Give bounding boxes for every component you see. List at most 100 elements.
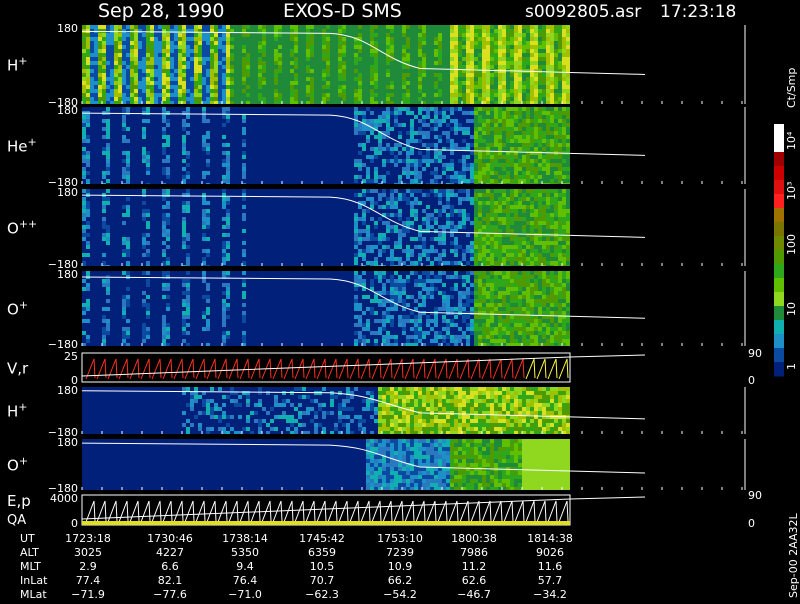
- orbit-cell: −54.2: [383, 588, 417, 600]
- orbit-row-label: MLT: [20, 560, 41, 573]
- orbit-cell: 6.6: [161, 560, 179, 573]
- y-right-tick-top-ep: 90: [748, 489, 762, 502]
- y-tick-bottom-ep: 0: [71, 517, 78, 530]
- orbit-cell: −46.7: [457, 588, 491, 600]
- orbit-cell: 1723:18: [65, 532, 111, 545]
- orbit-cell: 1800:38: [451, 532, 497, 545]
- y-right-tick-top-vr: 90: [748, 347, 762, 360]
- panel-pixels-o-plus-plus: [82, 189, 570, 266]
- panel-pixels-ep: [82, 495, 645, 525]
- orbit-cell: 1738:14: [222, 532, 268, 545]
- colorbar-scale: [774, 124, 784, 377]
- panel-pixels-h-plus-bottom: [82, 387, 570, 434]
- y-right-tick-bottom-vr: 0: [748, 374, 755, 387]
- panel-label-ep: E,p: [7, 492, 31, 510]
- orbit-cell: 1745:42: [299, 532, 345, 545]
- header-file: s0092805.asr: [525, 2, 641, 22]
- orbit-cell: 57.7: [538, 574, 563, 587]
- panel-label-charge-h-plus-top: +: [18, 55, 27, 68]
- colorbar-swatch: [774, 334, 784, 349]
- orbit-cell: 82.1: [158, 574, 183, 587]
- colorbar-unit: Ct/Smp: [785, 68, 798, 108]
- orbit-cell: −77.6: [153, 588, 187, 600]
- orbit-cell: 5350: [231, 546, 259, 559]
- colorbar-swatch: [774, 264, 784, 279]
- header-time: 17:23:18: [660, 2, 736, 22]
- orbit-cell: 10.9: [388, 560, 413, 573]
- panel-label-charge-o-plus-top: +: [19, 299, 28, 312]
- orbit-cell: 10.5: [310, 560, 335, 573]
- colorbar-swatch: [774, 222, 784, 237]
- colorbar-swatch: [774, 208, 784, 223]
- panel-label-charge-h-plus-bottom: +: [18, 401, 27, 414]
- orbit-cell: 11.2: [462, 560, 487, 573]
- orbit-cell: 7986: [460, 546, 488, 559]
- panel-label2-ep: QA: [7, 513, 26, 528]
- colorbar-swatch: [774, 362, 784, 377]
- orbit-row-label: InLat: [20, 574, 48, 587]
- panel-pixels-o-plus-top: [82, 271, 570, 346]
- orbit-cell: 70.7: [310, 574, 335, 587]
- orbit-cell: 76.4: [233, 574, 258, 587]
- orbit-cell: 77.4: [76, 574, 101, 587]
- y-tick-top-vr: 25: [64, 350, 78, 363]
- orbit-cell: 66.2: [388, 574, 413, 587]
- colorbar-swatch: [774, 306, 784, 321]
- colorbar-swatch: [774, 166, 784, 181]
- colorbar-label-10: 10: [785, 302, 798, 316]
- colorbar-swatch: [774, 180, 784, 195]
- colorbar-label-1: 1: [785, 363, 798, 370]
- panel-pixels-h-plus-top: [82, 25, 570, 104]
- colorbar-swatch: [774, 348, 784, 363]
- y-tick-top-h-plus-bottom: 180: [57, 384, 78, 397]
- panel-pixels-o-plus-bottom: [82, 439, 570, 490]
- orbit-cell: 1814:38: [527, 532, 573, 545]
- orbit-cell: −34.2: [533, 588, 567, 600]
- orbit-cell: 6359: [308, 546, 336, 559]
- y-tick-top-o-plus-plus: 180: [57, 186, 78, 199]
- orbit-cell: 2.9: [79, 560, 97, 573]
- colorbar-swatch: [774, 138, 784, 153]
- colorbar-swatch: [774, 152, 784, 167]
- orbit-cell: −71.9: [71, 588, 105, 600]
- panel-label-charge-o-plus-plus: ++: [19, 218, 37, 231]
- orbit-cell: 7239: [386, 546, 414, 559]
- panel-pixels-vr: [82, 353, 645, 382]
- colorbar-swatch: [774, 320, 784, 335]
- orbit-cell: −62.3: [305, 588, 339, 600]
- orbit-cell: 9.4: [236, 560, 254, 573]
- colorbar-label-1e3: 10³: [785, 182, 798, 200]
- orbit-cell: 3025: [74, 546, 102, 559]
- panel-label-vr: V,r: [7, 360, 29, 378]
- orbit-cell: 9026: [536, 546, 564, 559]
- colorbar-swatch: [774, 124, 784, 139]
- orbit-cell: 4227: [156, 546, 184, 559]
- y-tick-top-h-plus-top: 180: [57, 22, 78, 35]
- header-instrument: EXOS-D SMS: [283, 0, 402, 22]
- orbit-row-label: MLat: [20, 588, 47, 600]
- orbit-row-label: ALT: [20, 546, 39, 559]
- orbit-cell: −71.0: [228, 588, 262, 600]
- colorbar-swatch: [774, 292, 784, 307]
- colorbar-swatch: [774, 236, 784, 251]
- y-right-tick-bottom-ep: 0: [748, 517, 755, 530]
- panel-pixels-he-plus: [82, 107, 570, 184]
- orbit-cell: 62.6: [462, 574, 487, 587]
- colorbar-swatch: [774, 194, 784, 209]
- y-tick-top-o-plus-top: 180: [57, 268, 78, 281]
- orbit-row-label: UT: [20, 532, 35, 545]
- orbit-cell: 1730:46: [147, 532, 193, 545]
- y-tick-top-ep: 4000: [50, 492, 78, 505]
- header-date: Sep 28, 1990: [98, 0, 224, 22]
- y-tick-top-he-plus: 180: [57, 104, 78, 117]
- colorbar-swatch: [774, 250, 784, 265]
- colorbar-label-1e4: 10⁴: [785, 131, 798, 150]
- orbit-cell: 11.6: [538, 560, 563, 573]
- sms-spectrogram-figure: Sep 28, 1990 EXOS-D SMS s0092805.asr 17:…: [0, 0, 800, 600]
- panel-label-charge-he-plus: +: [28, 136, 37, 149]
- y-tick-top-o-plus-bottom: 180: [57, 436, 78, 449]
- colorbar-swatch: [774, 278, 784, 293]
- orbit-cell: 1753:10: [377, 532, 423, 545]
- colorbar-label-100: 100: [785, 234, 798, 255]
- side-note: Sep-00 2AA32L: [787, 512, 800, 598]
